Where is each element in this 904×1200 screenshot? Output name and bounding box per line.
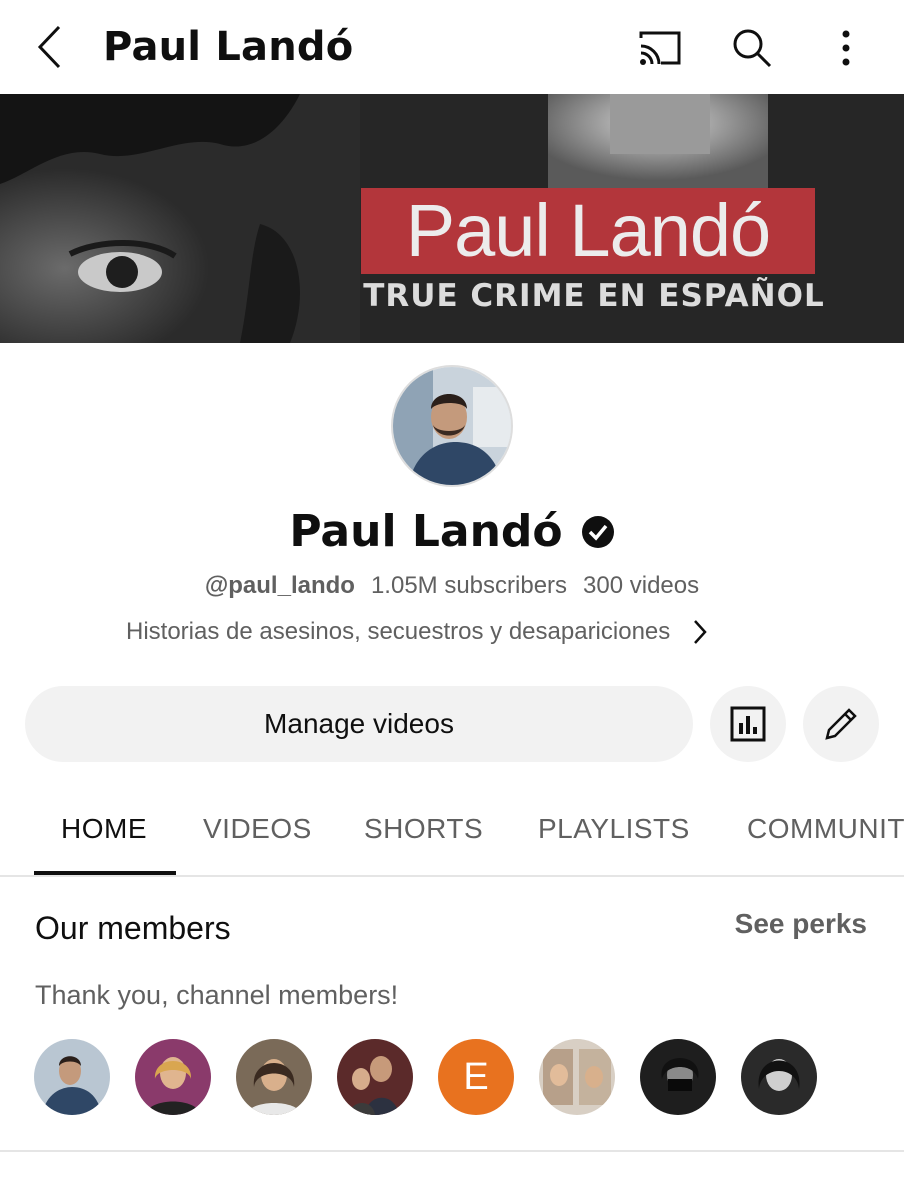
avatar-photo — [393, 367, 511, 485]
see-perks-link[interactable]: See perks — [735, 908, 867, 940]
member-avatar[interactable]: E — [438, 1039, 514, 1115]
member-avatar-list: E — [34, 1039, 817, 1115]
members-section-title: Our members — [35, 910, 231, 946]
verified-badge-icon — [581, 515, 615, 549]
channel-description-link[interactable]: Historias de asesinos, secuestros y desa… — [126, 618, 708, 646]
search-icon — [733, 29, 772, 68]
chevron-right-icon — [694, 620, 707, 644]
cast-icon — [639, 31, 681, 65]
channel-tabs: HOME VIDEOS SHORTS PLAYLISTS COMMUNIT — [0, 787, 904, 877]
chevron-left-icon — [37, 25, 61, 69]
channel-description: Historias de asesinos, secuestros y desa… — [126, 618, 671, 645]
tab-shorts[interactable]: SHORTS — [364, 813, 483, 845]
back-button[interactable] — [26, 20, 74, 74]
tab-videos[interactable]: VIDEOS — [203, 813, 312, 845]
member-avatar[interactable] — [135, 1039, 211, 1115]
analytics-button[interactable] — [710, 686, 786, 762]
edit-channel-button[interactable] — [803, 686, 879, 762]
banner-subtitle: TRUE CRIME EN ESPAÑOL — [363, 278, 825, 314]
channel-meta: @paul_lando 1.05M subscribers 300 videos — [0, 572, 904, 600]
members-thanks-text: Thank you, channel members! — [35, 980, 399, 1010]
channel-name: Paul Landó — [289, 506, 563, 557]
tab-playlists[interactable]: PLAYLISTS — [538, 813, 690, 845]
more-vertical-icon — [842, 30, 850, 66]
banner-title-box: Paul Landó — [361, 188, 815, 274]
member-avatar[interactable] — [741, 1039, 817, 1115]
video-count: 300 videos — [583, 572, 700, 599]
member-avatar[interactable] — [236, 1039, 312, 1115]
tab-community[interactable]: COMMUNIT — [747, 813, 904, 845]
member-avatar[interactable] — [640, 1039, 716, 1115]
top-app-bar: Paul Landó — [0, 0, 904, 94]
manage-videos-button[interactable]: Manage videos — [25, 686, 693, 762]
banner-title: Paul Landó — [405, 189, 771, 272]
more-options-button[interactable] — [820, 22, 872, 74]
member-avatar[interactable] — [34, 1039, 110, 1115]
channel-banner: Paul Landó TRUE CRIME EN ESPAÑOL — [0, 94, 904, 343]
member-avatar[interactable] — [337, 1039, 413, 1115]
edit-pencil-icon — [825, 708, 857, 740]
tab-home[interactable]: HOME — [61, 813, 147, 845]
search-button[interactable] — [726, 22, 778, 74]
channel-avatar[interactable] — [391, 365, 513, 487]
active-tab-indicator — [34, 871, 176, 875]
member-avatar[interactable] — [539, 1039, 615, 1115]
section-divider — [0, 1150, 904, 1152]
page-title: Paul Landó — [103, 24, 354, 70]
channel-name-row: Paul Landó — [0, 506, 904, 557]
channel-handle: @paul_lando — [204, 572, 355, 599]
analytics-icon — [730, 706, 766, 742]
cast-button[interactable] — [634, 22, 686, 74]
subscriber-count: 1.05M subscribers — [370, 572, 568, 599]
